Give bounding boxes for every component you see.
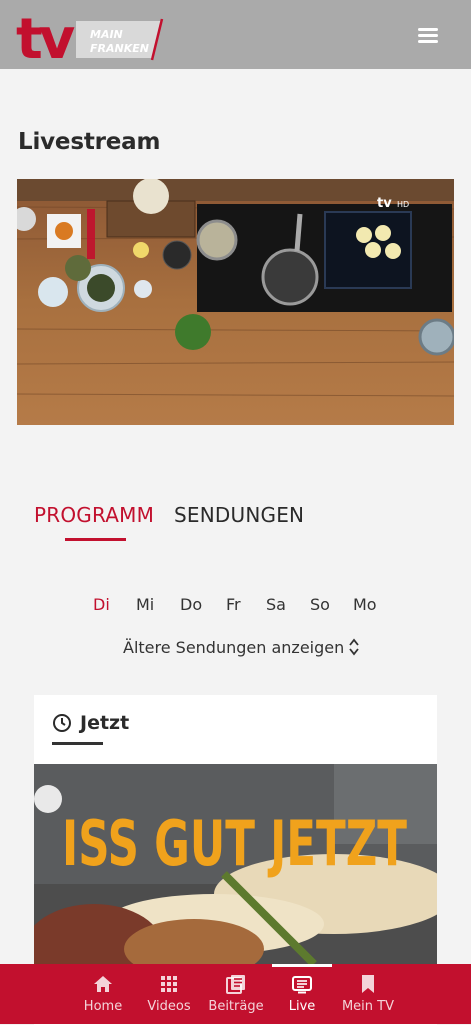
clock-icon — [53, 714, 71, 732]
svg-text:tv: tv — [377, 196, 392, 211]
grid-icon — [161, 976, 177, 992]
day-mo[interactable]: Mo — [353, 595, 377, 614]
show-thumbnail[interactable]: ISS GUT JETZT — [34, 764, 437, 974]
hamburger-menu-icon[interactable] — [414, 24, 442, 46]
older-broadcasts-link[interactable]: Ältere Sendungen anzeigen — [123, 638, 360, 657]
day-so[interactable]: So — [310, 595, 330, 614]
nav-videos[interactable]: Videos — [139, 964, 199, 1024]
active-tab-indicator — [65, 538, 126, 541]
tv-mainfranken-logo[interactable]: tv MAIN FRANKEN — [16, 7, 166, 72]
day-selector: Di Mi Do Fr Sa So Mo — [0, 595, 471, 619]
livestream-video-player[interactable]: tv HD — [17, 179, 454, 425]
svg-text:FRANKEN: FRANKEN — [90, 42, 149, 55]
nav-mein-tv-label: Mein TV — [341, 999, 395, 1014]
older-broadcasts-label: Ältere Sendungen anzeigen — [123, 638, 345, 657]
day-fr[interactable]: Fr — [226, 595, 241, 614]
day-do[interactable]: Do — [180, 595, 202, 614]
articles-icon — [226, 975, 245, 994]
card-title-underline — [52, 742, 103, 745]
card-title: Jetzt — [80, 712, 130, 734]
tab-sendungen[interactable]: SENDUNGEN — [174, 503, 304, 527]
chevron-up-down-icon — [349, 638, 359, 656]
nav-mein-tv[interactable]: Mein TV — [337, 964, 399, 1024]
nav-videos-label: Videos — [147, 999, 191, 1014]
day-sa[interactable]: Sa — [266, 595, 286, 614]
nav-home-label: Home — [83, 999, 123, 1014]
nav-beitraege-label: Beiträge — [208, 999, 264, 1014]
day-mi[interactable]: Mi — [136, 595, 154, 614]
day-di[interactable]: Di — [93, 595, 110, 614]
svg-text:HD: HD — [397, 200, 409, 209]
nav-beitraege[interactable]: Beiträge — [205, 964, 267, 1024]
home-icon — [94, 976, 112, 992]
top-bar: tv MAIN FRANKEN — [0, 0, 471, 72]
live-tv-icon — [292, 976, 312, 994]
svg-text:tv: tv — [16, 8, 75, 64]
nav-live-label: Live — [288, 999, 316, 1014]
page-title: Livestream — [18, 129, 161, 155]
bookmark-icon — [362, 975, 374, 993]
bottom-navigation: Home Videos Beiträge Live Mein TV — [0, 964, 471, 1024]
svg-text:MAIN: MAIN — [90, 28, 123, 41]
svg-text:ISS GUT JETZT: ISS GUT JETZT — [62, 807, 407, 880]
nav-home[interactable]: Home — [73, 964, 133, 1024]
tab-programm[interactable]: PROGRAMM — [34, 503, 154, 527]
nav-live[interactable]: Live — [272, 964, 332, 1024]
